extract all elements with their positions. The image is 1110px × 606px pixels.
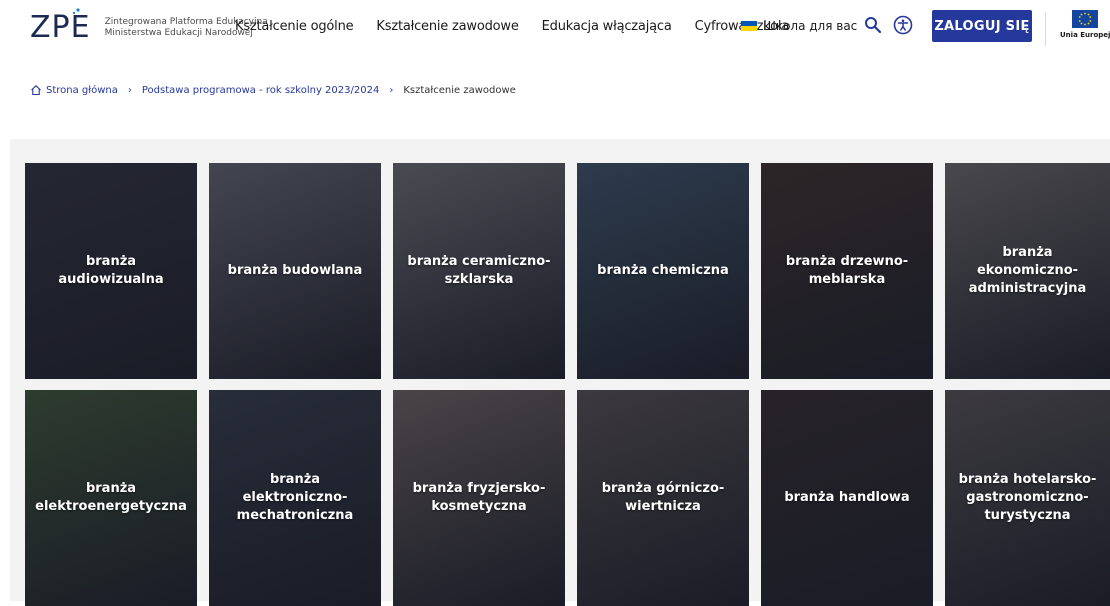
- accessibility-icon: [893, 15, 913, 35]
- industry-tile-label: branża elektroenergetyczna: [35, 481, 187, 514]
- industry-tile-label: branża chemiczna: [597, 263, 729, 278]
- header-divider: [1045, 12, 1046, 46]
- industry-tile-label: branża ekonomiczno-administracyjna: [968, 245, 1087, 296]
- industry-tile-label: branża audiowizualna: [58, 254, 164, 287]
- nav-item-ksztalcenie-zawodowe[interactable]: Kształcenie zawodowe: [376, 19, 518, 34]
- industry-tile-label: branża fryzjersko-kosmetyczna: [412, 481, 546, 514]
- industry-tile[interactable]: branża ekonomiczno-administracyjna: [945, 163, 1110, 379]
- industry-tile[interactable]: branża ceramiczno-szklarska: [393, 163, 565, 379]
- industry-tile[interactable]: branża handlowa: [761, 390, 933, 606]
- nav-item-ksztalcenie-ogolne[interactable]: Kształcenie ogólne: [235, 19, 354, 34]
- industry-tile[interactable]: branża chemiczna: [577, 163, 749, 379]
- logo-mark: ZPE: [30, 8, 91, 45]
- site-header: ZPE Zintegrowana Platforma Edukacyjna Mi…: [0, 0, 1110, 58]
- industry-tile-label: branża budowlana: [227, 263, 363, 278]
- home-icon: [31, 85, 41, 96]
- eu-logo: Unia Europejska: [1060, 10, 1110, 50]
- ukraine-flag-icon: [741, 21, 757, 31]
- industry-tile[interactable]: branża elektroenergetyczna: [25, 390, 197, 606]
- industry-tile[interactable]: branża górniczo-wiertnicza: [577, 390, 749, 606]
- breadcrumb: Strona główna › Podstawa programowa - ro…: [30, 84, 516, 96]
- industry-tile[interactable]: branża audiowizualna: [25, 163, 197, 379]
- breadcrumb-current: Kształcenie zawodowe: [403, 84, 516, 96]
- ukrainian-link-label: Школа для вас: [763, 19, 858, 33]
- search-icon: [865, 17, 882, 34]
- login-button[interactable]: ZALOGUJ SIĘ: [932, 10, 1032, 42]
- industry-tile-label: branża ceramiczno-szklarska: [407, 254, 551, 287]
- industry-tile-label: branża drzewno-meblarska: [785, 254, 909, 287]
- accessibility-button[interactable]: [893, 15, 913, 35]
- industry-tile[interactable]: branża budowlana: [209, 163, 381, 379]
- industry-tile[interactable]: branża drzewno-meblarska: [761, 163, 933, 379]
- industry-tile-label: branża elektroniczno-mechatroniczna: [236, 472, 354, 523]
- chevron-right-icon: ›: [127, 84, 132, 96]
- eu-label: Unia Europejska: [1060, 31, 1110, 39]
- industry-tile-label: branża handlowa: [784, 490, 910, 505]
- industry-tile[interactable]: branża fryzjersko-kosmetyczna: [393, 390, 565, 606]
- logo-accent-icon: [72, 8, 80, 15]
- breadcrumb-podstawa-programowa[interactable]: Podstawa programowa - rok szkolny 2023/2…: [142, 85, 379, 96]
- industry-tile-label: branża górniczo-wiertnicza: [601, 481, 725, 514]
- breadcrumb-home[interactable]: Strona główna: [46, 85, 118, 96]
- industry-tile[interactable]: branża hotelarsko-gastronomiczno-turysty…: [945, 390, 1110, 606]
- search-button[interactable]: [863, 15, 883, 35]
- logo[interactable]: ZPE Zintegrowana Platforma Edukacyjna Mi…: [30, 8, 268, 46]
- chevron-right-icon: ›: [389, 84, 394, 96]
- eu-flag-icon: [1072, 10, 1098, 28]
- nav-item-edukacja-wlaczajaca[interactable]: Edukacja włączająca: [542, 19, 672, 34]
- industry-tile-label: branża hotelarsko-gastronomiczno-turysty…: [958, 472, 1097, 523]
- main-nav: Kształcenie ogólne Kształcenie zawodowe …: [235, 19, 812, 34]
- industry-tile[interactable]: branża elektroniczno-mechatroniczna: [209, 390, 381, 606]
- ukrainian-link[interactable]: Школа для вас: [741, 19, 857, 33]
